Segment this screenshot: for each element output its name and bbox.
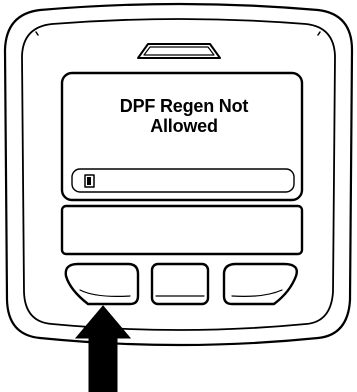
display-message: DPF Regen Not Allowed [68, 96, 300, 136]
instrument-panel-illustration: DPF Regen Not Allowed [0, 0, 357, 392]
arrow-up-icon [74, 305, 132, 392]
lcd-screen [60, 71, 304, 202]
lcd-status-bar [71, 168, 295, 193]
top-slot [137, 43, 221, 59]
lower-panel [60, 204, 304, 256]
center-softkey-hit[interactable] [152, 264, 208, 304]
left-softkey-hit[interactable] [66, 264, 138, 304]
fuel-gauge-icon [84, 174, 95, 188]
message-line-2: Allowed [150, 116, 218, 136]
right-softkey-hit[interactable] [224, 264, 298, 304]
message-line-1: DPF Regen Not [119, 96, 249, 116]
